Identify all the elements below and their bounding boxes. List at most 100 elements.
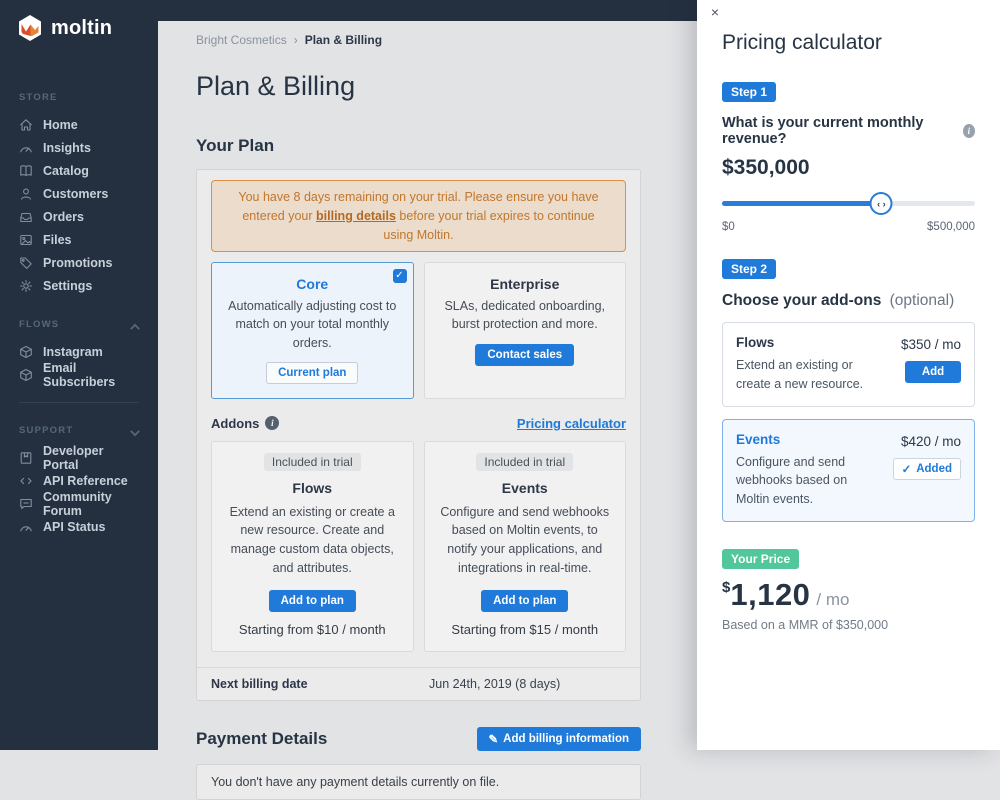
chat-icon: [19, 497, 33, 511]
payment-empty-box: You don't have any payment details curre…: [196, 764, 641, 800]
addons-subheading: Choose your add-ons (optional): [722, 292, 975, 310]
next-billing-value: Jun 24th, 2019 (8 days): [429, 677, 560, 691]
sidebar-item-community-forum[interactable]: Community Forum: [0, 492, 158, 515]
plan-card-core[interactable]: ✓ Core Automatically adjusting cost to m…: [211, 262, 414, 398]
addon-name: Events: [437, 480, 614, 496]
brand-name: moltin: [51, 17, 112, 40]
plan-box: You have 8 days remaining on your trial.…: [196, 169, 641, 701]
nav-section-flows[interactable]: Flows: [0, 319, 158, 330]
pencil-icon: ✎: [489, 732, 499, 746]
pricing-calculator-link[interactable]: Pricing calculator: [517, 416, 626, 431]
plan-description: SLAs, dedicated onboarding, burst protec…: [435, 297, 616, 333]
inbox-icon: [19, 210, 33, 224]
addon-description: Extend an existing or create a new resou…: [224, 503, 401, 578]
added-addon-button[interactable]: ✓ Added: [893, 458, 961, 480]
sidebar-item-label: Insights: [43, 141, 91, 155]
trial-alert: You have 8 days remaining on your trial.…: [211, 180, 626, 252]
sidebar-nav: Store Home Insights Catalog Customers Or…: [0, 42, 158, 538]
check-icon: ✓: [902, 462, 912, 476]
contact-sales-button[interactable]: Contact sales: [475, 344, 574, 366]
add-to-plan-button[interactable]: Add to plan: [269, 590, 356, 612]
sidebar-item-customers[interactable]: Customers: [0, 182, 158, 205]
code-icon: [19, 474, 33, 488]
sidebar-item-api-status[interactable]: API Status: [0, 515, 158, 538]
home-icon: [19, 118, 33, 132]
plan-card-enterprise[interactable]: Enterprise SLAs, dedicated onboarding, b…: [424, 262, 627, 398]
addons-optional-text: (optional): [890, 292, 955, 309]
sidebar-item-email-subscribers[interactable]: Email Subscribers: [0, 363, 158, 386]
slider-handle[interactable]: ‹ ›: [870, 192, 893, 215]
gauge-icon: [19, 141, 33, 155]
add-billing-information-button[interactable]: ✎ Add billing information: [477, 727, 641, 751]
sidebar-item-orders[interactable]: Orders: [0, 205, 158, 228]
sidebar-item-files[interactable]: Files: [0, 228, 158, 251]
plan-cards-row: ✓ Core Automatically adjusting cost to m…: [211, 262, 626, 398]
sidebar: moltin Store Home Insights Catalog Custo…: [0, 0, 158, 750]
gauge-icon: [19, 520, 33, 534]
billing-details-link[interactable]: billing details: [316, 209, 396, 223]
calc-addon-flows: Flows Extend an existing or create a new…: [722, 322, 975, 407]
chevron-up-icon: [128, 320, 138, 330]
close-icon[interactable]: ×: [706, 4, 724, 22]
step1-badge: Step 1: [722, 82, 776, 102]
addon-description: Configure and send webhooks based on Mol…: [437, 503, 614, 578]
addons-subheading-text: Choose your add-ons: [722, 292, 881, 309]
add-billing-information-label: Add billing information: [503, 733, 629, 745]
add-addon-button[interactable]: Add: [905, 361, 961, 383]
user-icon: [19, 187, 33, 201]
calc-addon-description: Extend an existing or create a new resou…: [736, 356, 867, 394]
breadcrumb-store[interactable]: Bright Cosmetics: [196, 33, 287, 47]
sidebar-item-settings[interactable]: Settings: [0, 274, 158, 297]
addons-label-text: Addons: [211, 416, 259, 431]
calc-addon-name: Events: [736, 432, 867, 447]
breadcrumb: Bright Cosmetics › Plan & Billing: [196, 33, 641, 47]
addon-card-flows: Included in trial Flows Extend an existi…: [211, 441, 414, 652]
plan-name: Enterprise: [435, 276, 616, 292]
price-suffix: / mo: [816, 590, 849, 610]
slider-min-label: $0: [722, 221, 735, 233]
sidebar-item-label: Developer Portal: [43, 444, 139, 472]
trial-badge: Included in trial: [476, 453, 573, 471]
tag-icon: [19, 256, 33, 270]
sidebar-divider: [19, 402, 139, 403]
nav-section-support[interactable]: Support: [0, 425, 158, 436]
addon-starting-price: Starting from $10 / month: [224, 622, 401, 637]
nav-section-support-label: Support: [19, 425, 73, 436]
addons-label: Addons i: [211, 416, 279, 431]
calculator-title: Pricing calculator: [722, 31, 975, 55]
payment-details-heading: Payment Details: [196, 729, 327, 749]
plan-description: Automatically adjusting cost to match on…: [222, 297, 403, 351]
added-label: Added: [916, 463, 952, 475]
add-to-plan-button[interactable]: Add to plan: [481, 590, 568, 612]
sidebar-item-label: Email Subscribers: [43, 361, 139, 389]
addon-cards-row: Included in trial Flows Extend an existi…: [211, 441, 626, 652]
cube-icon: [19, 368, 33, 382]
current-plan-button[interactable]: Current plan: [266, 362, 358, 384]
breadcrumb-separator-icon: ›: [294, 33, 298, 47]
info-icon[interactable]: i: [265, 416, 279, 430]
sidebar-item-label: Files: [43, 233, 72, 247]
page-title: Plan & Billing: [196, 71, 641, 102]
moltin-logo[interactable]: moltin: [0, 0, 158, 42]
sidebar-item-label: API Status: [43, 520, 106, 534]
price-note: Based on a MMR of $350,000: [722, 618, 975, 632]
revenue-slider[interactable]: ‹ ›: [722, 190, 975, 216]
info-icon[interactable]: i: [963, 124, 975, 138]
revenue-question-text: What is your current monthly revenue?: [722, 115, 956, 147]
sidebar-item-promotions[interactable]: Promotions: [0, 251, 158, 274]
sidebar-item-label: Catalog: [43, 164, 89, 178]
gear-icon: [19, 279, 33, 293]
plan-selected-checkbox[interactable]: ✓: [393, 269, 407, 283]
next-billing-row: Next billing date Jun 24th, 2019 (8 days…: [197, 667, 640, 700]
main-content: Bright Cosmetics › Plan & Billing Plan &…: [158, 21, 697, 800]
sidebar-item-catalog[interactable]: Catalog: [0, 159, 158, 182]
sidebar-item-label: Settings: [43, 279, 92, 293]
addons-header-row: Addons i Pricing calculator: [211, 416, 626, 431]
sidebar-item-developer-portal[interactable]: Developer Portal: [0, 446, 158, 469]
step2-badge: Step 2: [722, 259, 776, 279]
chevron-down-icon: [128, 426, 138, 436]
sidebar-item-insights[interactable]: Insights: [0, 136, 158, 159]
price-amount: 1,120: [730, 577, 810, 613]
sidebar-item-label: Customers: [43, 187, 108, 201]
sidebar-item-home[interactable]: Home: [0, 113, 158, 136]
